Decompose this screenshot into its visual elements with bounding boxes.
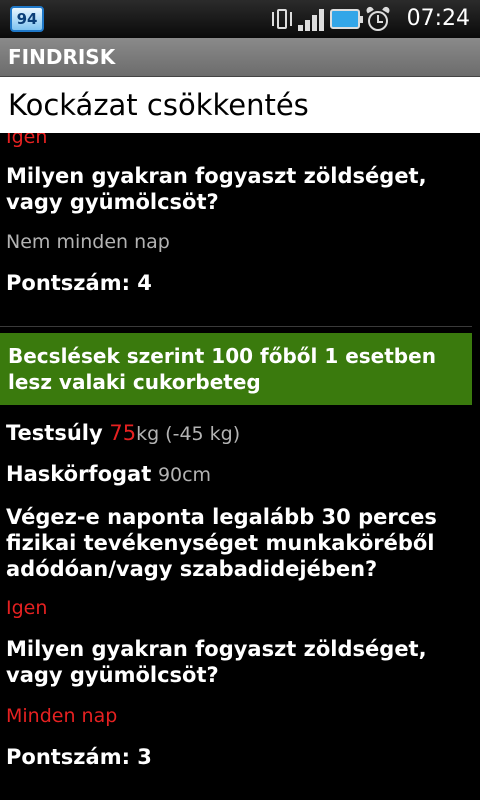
veg-answer-bottom: Minden nap [6, 705, 118, 727]
status-time: 07:24 [406, 6, 470, 31]
app-title-bar: FINDRISK [0, 38, 480, 77]
score-top: Pontszám: 4 [6, 271, 152, 295]
signal-icon [298, 7, 324, 31]
partial-answer-text: Igen [6, 133, 48, 148]
vibrate-icon [272, 7, 292, 31]
weight-unit: kg (-45 kg) [136, 423, 241, 445]
waist-label: Haskörfogat [6, 462, 152, 486]
app-title: FINDRISK [8, 45, 116, 69]
veg-question-bottom: Milyen gyakran fogyaszt zöldséget, vagy … [6, 637, 427, 687]
weight-label: Testsúly [6, 421, 103, 445]
section-divider [0, 326, 472, 327]
notification-badge[interactable]: 94 [10, 6, 44, 32]
activity-answer: Igen [6, 597, 48, 619]
veg-question-top: Milyen gyakran fogyaszt zöldséget, vagy … [6, 164, 427, 214]
veg-answer-top: Nem minden nap [6, 231, 170, 253]
status-bar: 94 07:24 [0, 0, 480, 38]
battery-icon [330, 9, 363, 29]
weight-row: Testsúly 75kg (-45 kg) [6, 420, 240, 447]
risk-banner-text: Becslések szerint 100 főből 1 esetben le… [8, 344, 436, 394]
weight-value: 75 [109, 421, 137, 445]
score-bottom: Pontszám: 3 [6, 745, 152, 769]
page-header: Kockázat csökkentés [0, 77, 480, 133]
alarm-icon [365, 5, 391, 31]
results-scroll-area[interactable]: Igen Milyen gyakran fogyaszt zöldséget, … [0, 133, 480, 800]
activity-question: Végez-e naponta legalább 30 perces fizik… [6, 505, 437, 581]
waist-value: 90cm [157, 464, 212, 486]
page-title: Kockázat csökkentés [8, 88, 309, 122]
risk-banner: Becslések szerint 100 főből 1 esetben le… [0, 333, 472, 405]
waist-row: Haskörfogat 90cm [6, 461, 211, 488]
